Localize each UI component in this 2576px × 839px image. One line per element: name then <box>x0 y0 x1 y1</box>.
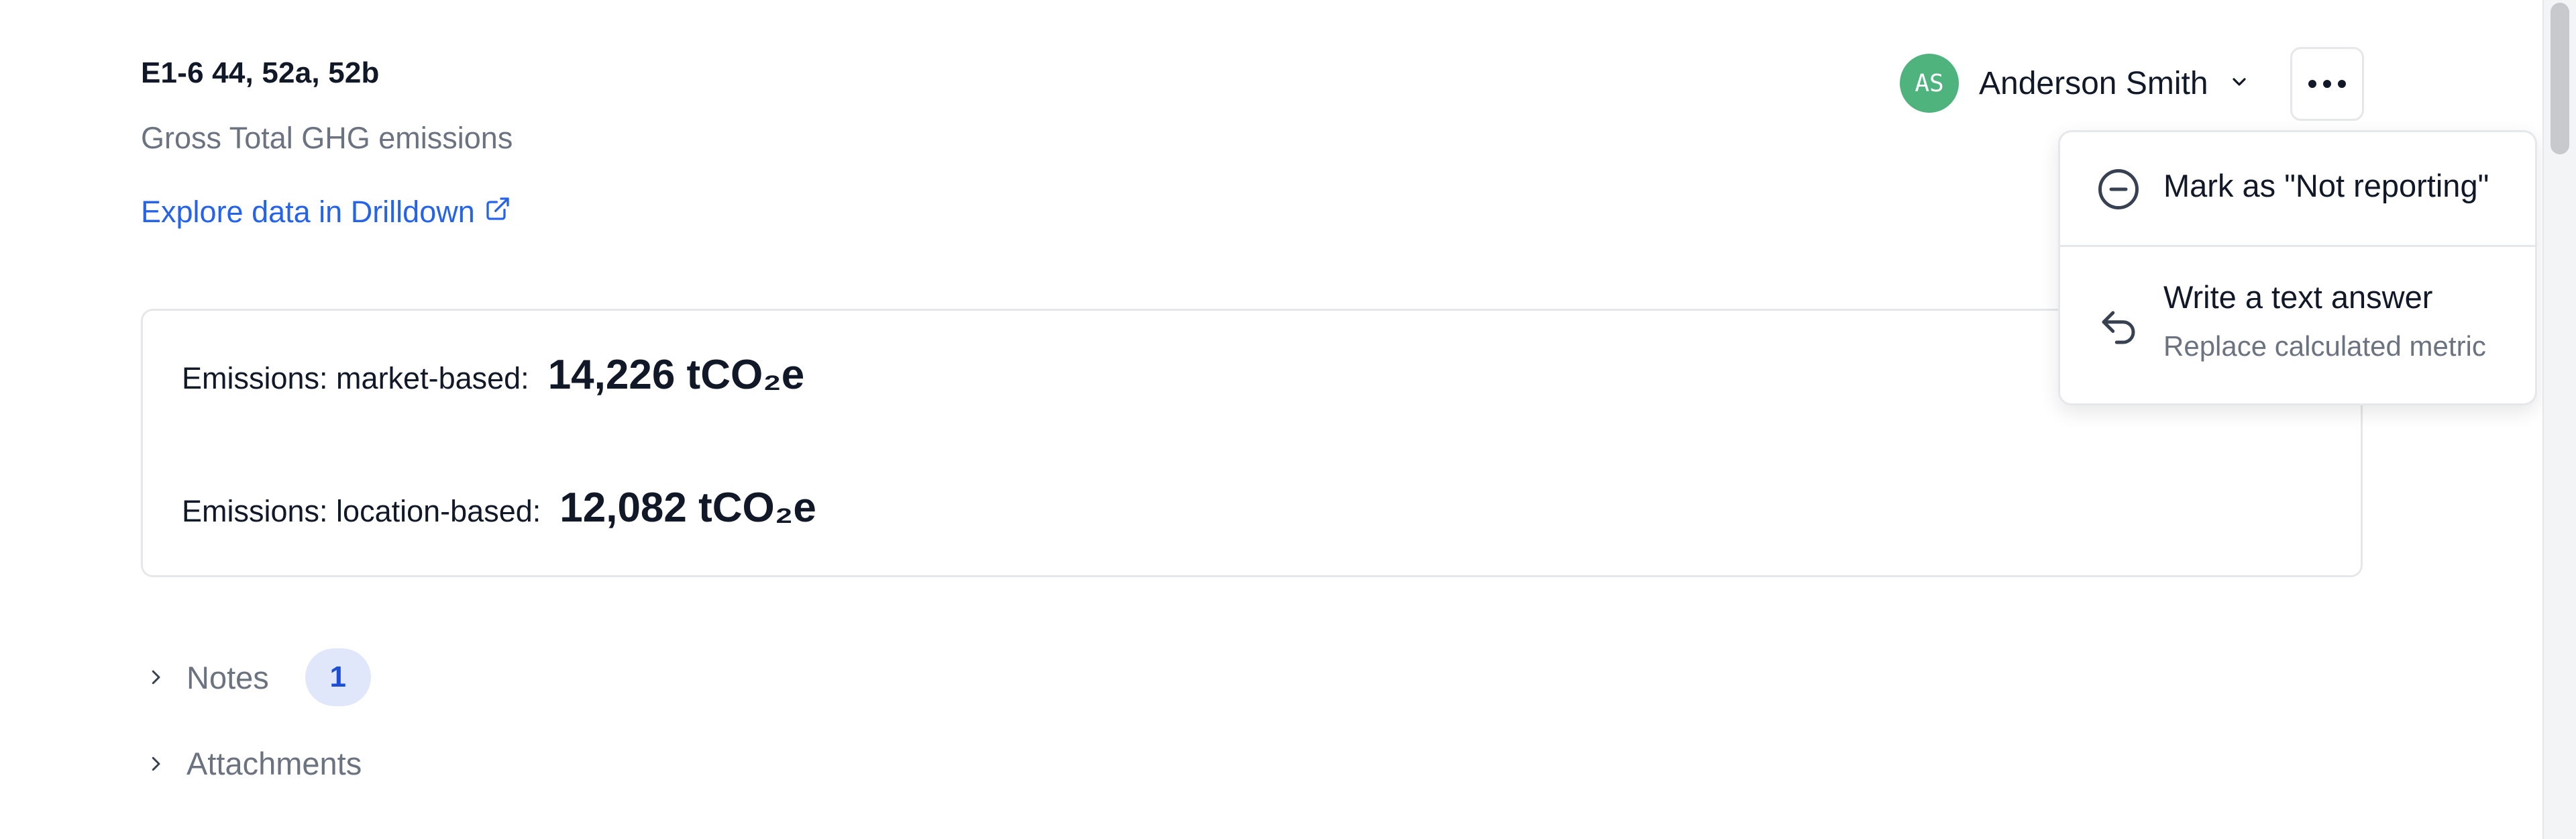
more-options-menu: Mark as "Not reporting" Write a text ans… <box>2058 130 2537 405</box>
metric-row-location-based: Emissions: location-based: 12,082 tCO₂e <box>182 484 816 532</box>
chevron-right-icon <box>141 662 170 692</box>
write-text-answer-menu-item[interactable]: Write a text answer Replace calculated m… <box>2060 246 2535 405</box>
disclosure-title: Gross Total GHG emissions <box>141 121 513 155</box>
avatar: AS <box>1900 54 1959 113</box>
metric-row-market-based: Emissions: market-based: 14,226 tCO₂e <box>182 351 804 399</box>
disclosure-code: E1-6 44, 52a, 52b <box>141 56 380 89</box>
metrics-card: Emissions: market-based: 14,226 tCO₂e Em… <box>141 309 2363 577</box>
menu-item-description: Replace calculated metric <box>2163 330 2486 362</box>
explore-drilldown-link[interactable]: Explore data in Drilldown <box>141 195 511 230</box>
chevron-right-icon <box>141 749 170 779</box>
notes-count-badge: 1 <box>305 648 371 706</box>
page: E1-6 44, 52a, 52b Gross Total GHG emissi… <box>0 0 2576 839</box>
scrollbar-thumb[interactable] <box>2551 3 2569 154</box>
notes-toggle[interactable]: Notes 1 <box>141 648 371 706</box>
external-link-icon <box>484 195 511 230</box>
attachments-toggle[interactable]: Attachments <box>141 745 362 782</box>
menu-item-label: Write a text answer <box>2163 279 2433 315</box>
attachments-label: Attachments <box>186 746 362 781</box>
menu-item-label: Mark as "Not reporting" <box>2163 168 2489 203</box>
metric-value: 12,082 tCO₂e <box>559 485 816 531</box>
assignee-dropdown[interactable]: AS Anderson Smith <box>1900 54 2250 113</box>
drilldown-link-label: Explore data in Drilldown <box>141 195 475 229</box>
assignee-name: Anderson Smith <box>1979 65 2208 101</box>
undo-arrow-icon <box>2096 305 2141 350</box>
vertical-scrollbar[interactable] <box>2542 0 2576 839</box>
metric-label: Emissions: location-based: <box>182 494 541 528</box>
more-options-button[interactable] <box>2290 47 2364 121</box>
notes-label: Notes <box>186 659 269 695</box>
mark-not-reporting-menu-item[interactable]: Mark as "Not reporting" <box>2060 132 2535 246</box>
metric-label: Emissions: market-based: <box>182 361 529 395</box>
more-horizontal-icon <box>2305 80 2349 88</box>
minus-circle-icon <box>2096 167 2141 211</box>
metric-value: 14,226 tCO₂e <box>547 352 805 398</box>
chevron-down-icon <box>2229 71 2250 96</box>
